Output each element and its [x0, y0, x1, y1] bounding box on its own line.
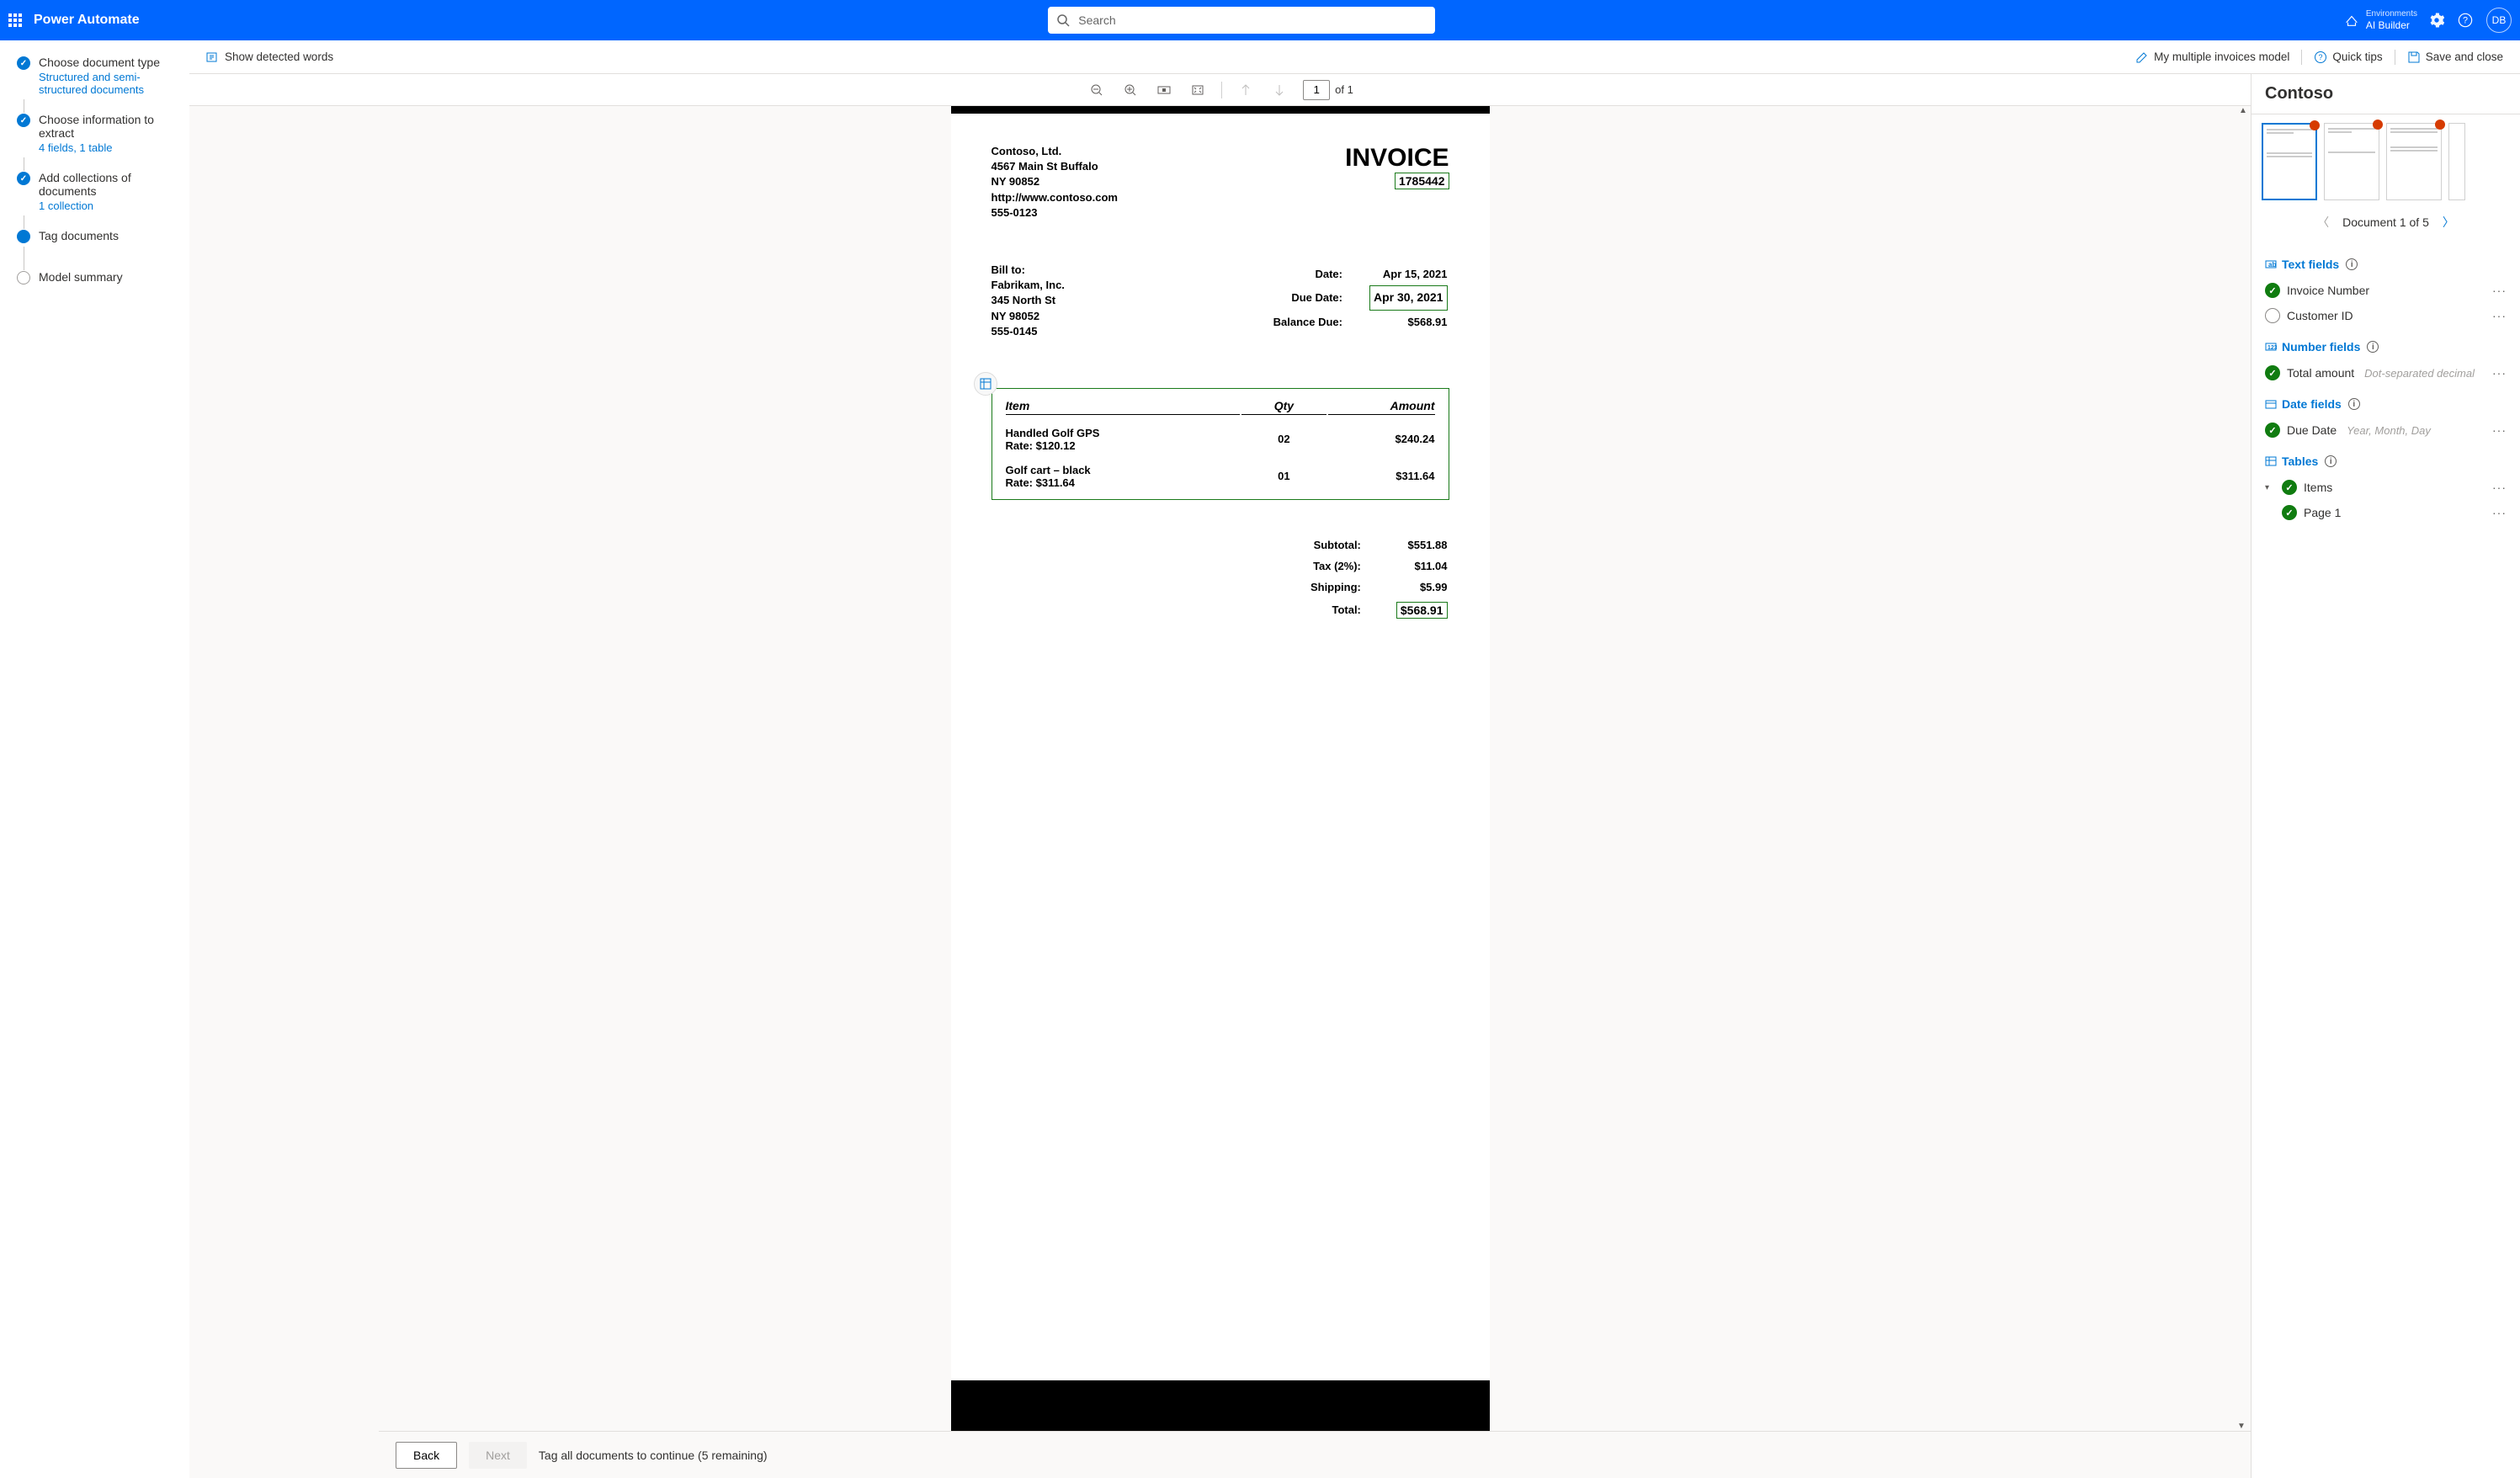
step-1[interactable]: Choose document type — [39, 56, 178, 69]
more-icon[interactable]: ··· — [2492, 481, 2507, 494]
collection-title: Contoso — [2252, 74, 2520, 114]
more-icon[interactable]: ··· — [2492, 284, 2507, 297]
show-detected-words[interactable]: Show detected words — [206, 51, 333, 64]
more-icon[interactable]: ··· — [2492, 423, 2507, 437]
tips-icon: ? — [2314, 51, 2327, 64]
document-thumbnails — [2252, 114, 2520, 209]
field-total-amount[interactable]: Total amountDot-separated decimal··· — [2265, 360, 2507, 385]
svg-text:ab: ab — [2268, 261, 2276, 268]
back-button[interactable]: Back — [396, 1442, 457, 1469]
tag-invoice-number[interactable]: 1785442 — [1395, 173, 1449, 189]
section-date-fields: Date fieldsi — [2265, 397, 2507, 411]
field-invoice-number[interactable]: Invoice Number··· — [2265, 278, 2507, 303]
step-2[interactable]: Choose information to extract — [39, 113, 178, 140]
search-icon — [1056, 13, 1070, 27]
search-placeholder: Search — [1078, 13, 1115, 27]
words-icon — [206, 51, 220, 64]
thumb-1[interactable] — [2262, 123, 2317, 200]
prev-page-icon[interactable] — [1236, 80, 1256, 100]
info-icon[interactable]: i — [2348, 398, 2360, 410]
step-4[interactable]: Tag documents — [39, 229, 119, 242]
model-name-link[interactable]: My multiple invoices model — [2135, 51, 2289, 64]
section-number-fields: 123Number fieldsi — [2265, 340, 2507, 354]
section-tables: Tablesi — [2265, 455, 2507, 468]
prev-doc-icon[interactable]: 〈 — [2314, 210, 2332, 234]
zoom-in-icon[interactable] — [1120, 80, 1140, 100]
status-dot-icon — [2373, 120, 2383, 130]
search-input[interactable]: Search — [1048, 7, 1435, 34]
thumb-3[interactable] — [2386, 123, 2442, 200]
next-doc-icon[interactable]: 〉 — [2439, 210, 2458, 234]
svg-text:?: ? — [2463, 16, 2468, 26]
brand-title: Power Automate — [34, 13, 140, 28]
step-5-dot — [17, 271, 30, 284]
tag-total[interactable]: $568.91 — [1396, 602, 1448, 619]
step-2-dot — [17, 114, 30, 127]
field-items-page1[interactable]: Page 1··· — [2265, 500, 2507, 525]
section-text-fields: abText fieldsi — [2265, 258, 2507, 271]
status-dot-icon — [2310, 120, 2320, 130]
environment-picker[interactable]: Environments AI Builder — [2344, 9, 2417, 31]
info-icon[interactable]: i — [2367, 341, 2379, 353]
step-3-dot — [17, 172, 30, 185]
chevron-down-icon[interactable]: ▾ — [2265, 483, 2275, 492]
field-customer-id[interactable]: Customer ID··· — [2265, 303, 2507, 328]
fit-width-icon[interactable] — [1154, 80, 1174, 100]
step-4-dot — [17, 230, 30, 243]
field-items[interactable]: ▾Items··· — [2265, 475, 2507, 500]
scrollbar[interactable]: ▲ ▼ — [2237, 106, 2249, 1431]
page-total: of 1 — [1335, 83, 1353, 96]
step-3[interactable]: Add collections of documents — [39, 171, 178, 198]
save-icon — [2407, 51, 2421, 64]
more-icon[interactable]: ··· — [2492, 366, 2507, 380]
status-dot-icon — [2435, 120, 2445, 130]
svg-text:?: ? — [2319, 53, 2323, 61]
viewer-toolbar: of 1 — [189, 74, 2251, 106]
more-icon[interactable]: ··· — [2492, 506, 2507, 519]
field-due-date[interactable]: Due DateYear, Month, Day··· — [2265, 417, 2507, 443]
tag-items-table[interactable]: Item Qty Amount Handled Golf GPSRate: $1… — [992, 388, 1449, 500]
page-input[interactable] — [1303, 80, 1330, 100]
thumb-4[interactable] — [2448, 123, 2465, 200]
svg-text:123: 123 — [2267, 345, 2277, 351]
app-launcher-icon[interactable] — [8, 13, 22, 27]
settings-icon[interactable] — [2429, 13, 2444, 28]
step-1-dot — [17, 56, 30, 70]
step-5[interactable]: Model summary — [39, 270, 123, 284]
more-icon[interactable]: ··· — [2492, 309, 2507, 322]
tag-due-date[interactable]: Apr 30, 2021 — [1369, 285, 1448, 310]
info-icon[interactable]: i — [2325, 455, 2337, 467]
thumb-2[interactable] — [2324, 123, 2379, 200]
doc-position: Document 1 of 5 — [2342, 215, 2429, 229]
quick-tips[interactable]: ?Quick tips — [2314, 51, 2382, 64]
user-avatar[interactable]: DB — [2486, 8, 2512, 33]
fit-page-icon[interactable] — [1188, 80, 1208, 100]
info-icon[interactable]: i — [2346, 258, 2358, 270]
environment-icon — [2344, 13, 2359, 28]
footer-hint: Tag all documents to continue (5 remaini… — [539, 1449, 768, 1462]
next-button: Next — [469, 1442, 527, 1469]
zoom-out-icon[interactable] — [1087, 80, 1107, 100]
save-and-close[interactable]: Save and close — [2407, 51, 2503, 64]
table-tag-icon[interactable] — [974, 372, 997, 396]
help-icon[interactable]: ? — [2458, 13, 2473, 28]
document-preview[interactable]: Contoso, Ltd. 4567 Main St Buffalo NY 90… — [951, 106, 1490, 1431]
steps-sidebar: Choose document typeStructured and semi-… — [0, 40, 189, 1478]
edit-icon — [2135, 51, 2149, 64]
next-page-icon[interactable] — [1269, 80, 1289, 100]
